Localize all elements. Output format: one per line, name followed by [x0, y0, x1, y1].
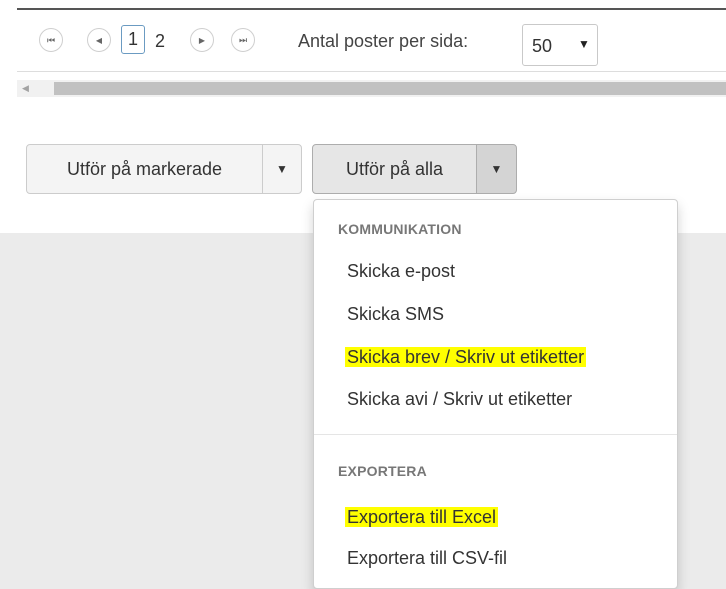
perform-on-selected-label: Utför på markerade: [66, 158, 223, 179]
perform-on-selected-button[interactable]: Utför på markerade: [26, 144, 263, 194]
next-page-icon: ▶: [198, 35, 206, 45]
page-size-value: 50: [532, 36, 553, 56]
last-page-icon: ⏭: [238, 34, 248, 45]
menu-item-label: Exportera till Excel: [345, 507, 499, 527]
page-2-button[interactable]: 2: [155, 28, 165, 54]
menu-item-label: Skicka brev / Skriv ut etiketter: [345, 347, 587, 367]
page-size-label: Antal poster per sida:: [298, 31, 469, 51]
horizontal-scrollbar[interactable]: ◀: [17, 80, 726, 97]
menu-item-send-sms[interactable]: Skicka SMS: [347, 302, 444, 326]
perform-on-all-dropdown-toggle[interactable]: ▼: [476, 144, 517, 194]
chevron-down-icon: ▼: [276, 162, 288, 176]
menu-item-send-invoice[interactable]: Skicka avi / Skriv ut etiketter: [347, 387, 572, 411]
dropdown-divider: [314, 434, 677, 435]
perform-on-all-dropdown-menu: KOMMUNIKATION Skicka e-post Skicka SMS S…: [313, 199, 678, 589]
menu-item-label: Skicka e-post: [347, 261, 456, 281]
menu-item-label: Skicka SMS: [347, 304, 445, 324]
page-2-label: 2: [155, 31, 166, 51]
menu-item-export-excel[interactable]: Exportera till Excel: [345, 505, 499, 529]
page-1-button[interactable]: 1: [121, 25, 145, 54]
chevron-down-icon: ▼: [578, 37, 590, 51]
menu-item-label: Skicka avi / Skriv ut etiketter: [347, 389, 573, 409]
prev-page-icon: ◀: [95, 35, 103, 45]
next-page-button[interactable]: ▶: [190, 28, 214, 52]
scroll-left-icon[interactable]: ◀: [17, 80, 34, 97]
menu-item-send-email[interactable]: Skicka e-post: [347, 259, 455, 283]
dropdown-header-communication: KOMMUNIKATION: [338, 221, 462, 237]
scrollbar-thumb[interactable]: [54, 82, 726, 95]
menu-item-label: Exportera till CSV-fil: [347, 548, 508, 568]
first-page-icon: ⏮: [46, 34, 56, 45]
prev-page-button[interactable]: ◀: [87, 28, 111, 52]
page-1-label: 1: [127, 29, 138, 49]
grid-bottom-border: [17, 8, 726, 10]
dropdown-header-export: EXPORTERA: [338, 463, 427, 479]
last-page-button[interactable]: ⏭: [231, 28, 255, 52]
chevron-down-icon: ▼: [490, 162, 503, 176]
page-size-select[interactable]: 50 ▼: [522, 24, 598, 66]
perform-on-all-label: Utför på alla: [345, 158, 444, 179]
menu-item-send-letter[interactable]: Skicka brev / Skriv ut etiketter: [345, 345, 587, 369]
perform-on-all-button[interactable]: Utför på alla: [312, 144, 477, 194]
first-page-button[interactable]: ⏮: [39, 28, 63, 52]
perform-on-selected-dropdown-toggle[interactable]: ▼: [262, 144, 302, 194]
menu-item-export-csv[interactable]: Exportera till CSV-fil: [347, 546, 507, 570]
divider: [17, 71, 726, 72]
